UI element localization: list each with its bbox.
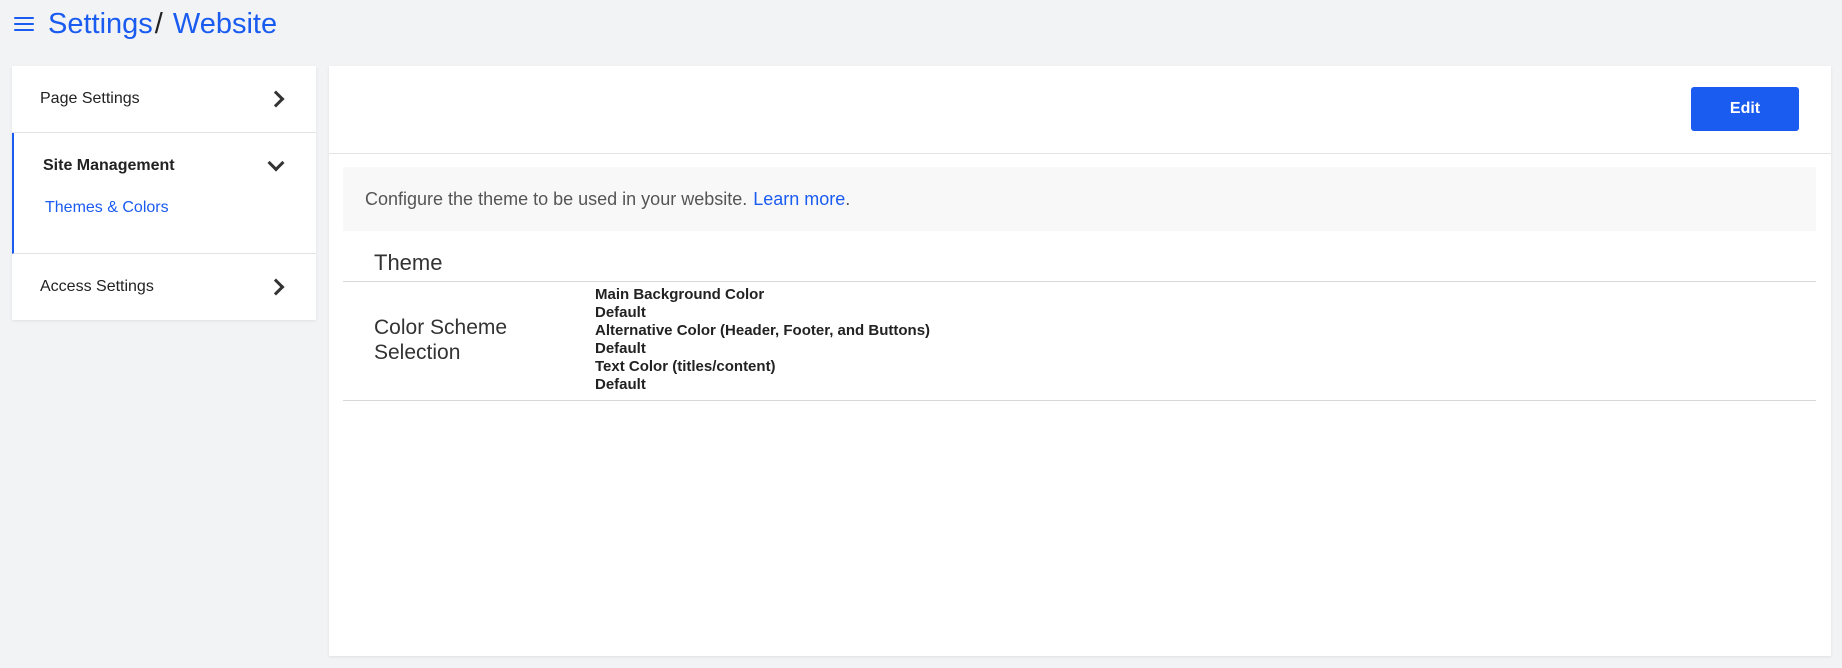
chevron-right-icon [267, 278, 285, 296]
sidebar-section-access-settings: Access Settings [12, 254, 316, 320]
main-panel: Edit Configure the theme to be used in y… [329, 66, 1831, 656]
sidebar-section-page-settings: Page Settings [12, 66, 316, 133]
sidebar-section-site-management: Site Management Themes & Colors [12, 133, 316, 254]
breadcrumb-website[interactable]: Website [173, 8, 277, 41]
field-value: Default [595, 304, 646, 321]
sidebar-item-label: Page Settings [40, 90, 140, 107]
field-name: Alternative Color (Header, Footer, and B… [595, 322, 931, 339]
info-text: Configure the theme to be used in your w… [365, 188, 748, 209]
top-bar: Settings / Website [14, 4, 277, 44]
field-name: Text Color (titles/content) [595, 358, 776, 375]
edit-button[interactable]: Edit [1691, 87, 1799, 131]
chevron-right-icon [267, 90, 285, 108]
hamburger-menu-icon[interactable] [14, 14, 34, 34]
field-value: Default [595, 340, 646, 357]
breadcrumb-settings[interactable]: Settings [48, 8, 153, 41]
info-period: . [845, 188, 851, 209]
divider [343, 281, 1816, 282]
section-title: Theme [374, 250, 443, 275]
row-label: Color Scheme Selection [374, 316, 508, 364]
breadcrumb-separator: / [154, 7, 163, 40]
main-toolbar: Edit [329, 66, 1831, 154]
settings-sidebar: Page Settings Site Management Themes & C… [12, 66, 316, 320]
info-banner: Configure the theme to be used in your w… [343, 167, 1816, 231]
sidebar-item-label: Access Settings [40, 278, 154, 295]
sidebar-submenu: Themes & Colors [14, 199, 316, 253]
sidebar-subitem-themes-colors[interactable]: Themes & Colors [45, 199, 169, 216]
learn-more-link[interactable]: Learn more [753, 189, 845, 210]
field-value: Default [595, 376, 646, 393]
divider [343, 400, 1816, 401]
sidebar-item-page-settings[interactable]: Page Settings [12, 66, 316, 132]
sidebar-item-site-management[interactable]: Site Management [14, 133, 316, 199]
color-scheme-values: Main Background Color Default Alternativ… [595, 286, 930, 394]
sidebar-item-access-settings[interactable]: Access Settings [12, 254, 316, 320]
chevron-down-icon [267, 154, 285, 172]
sidebar-item-label: Site Management [43, 157, 175, 174]
field-name: Main Background Color [595, 286, 765, 303]
